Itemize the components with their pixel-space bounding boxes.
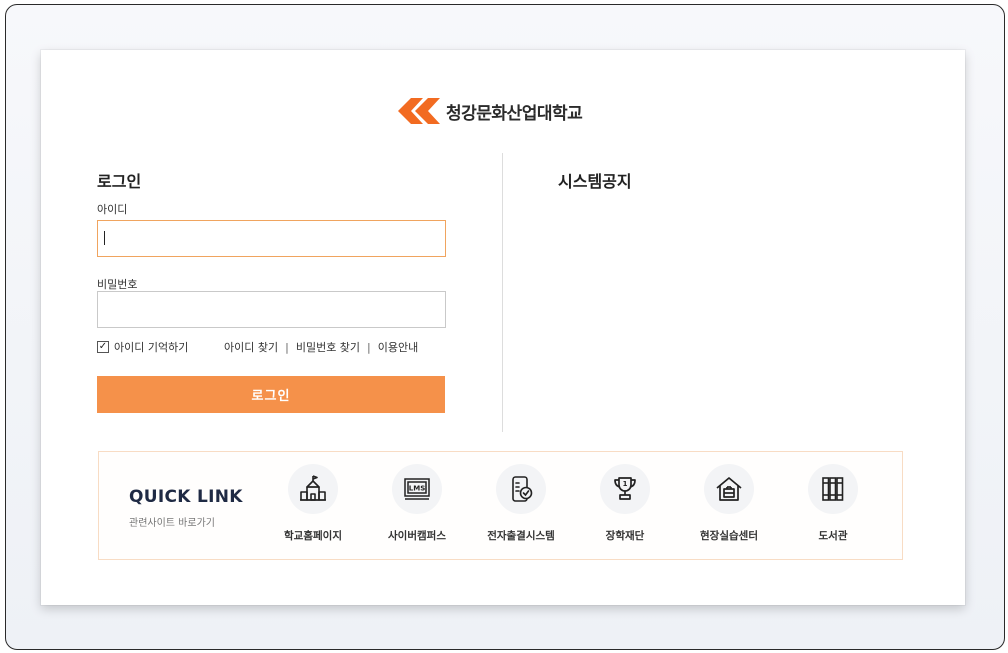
quick-link-school-homepage[interactable]: 학교홈페이지: [263, 464, 363, 554]
find-password-link[interactable]: 비밀번호 찾기: [296, 339, 360, 355]
trophy-icon: 1: [600, 464, 650, 514]
login-button[interactable]: 로그인: [97, 376, 445, 413]
id-input[interactable]: [97, 220, 446, 257]
quick-link-label: 학교홈페이지: [284, 530, 342, 542]
quick-link-label: 사이버캠퍼스: [388, 530, 446, 542]
find-id-link[interactable]: 아이디 찾기: [224, 339, 278, 355]
quick-link-field-practice-center[interactable]: 현장실습센터: [679, 464, 779, 554]
quick-link-attendance-system[interactable]: 전자출결시스템: [471, 464, 571, 554]
link-separator: |: [367, 340, 371, 354]
quick-link-title: QUICK LINK: [129, 487, 243, 507]
vertical-divider: [502, 153, 503, 432]
password-label: 비밀번호: [97, 278, 138, 291]
link-separator: |: [285, 340, 289, 354]
quick-link-cyber-campus[interactable]: LMS 사이버캠퍼스: [367, 464, 467, 554]
svg-text:LMS: LMS: [409, 485, 425, 493]
university-logo[interactable]: 청강문화산업대학교: [397, 96, 583, 126]
ck-logo-icon: [398, 98, 440, 124]
quick-link-label: 장학재단: [605, 530, 645, 542]
text-caret: [104, 231, 105, 245]
quick-link-subtitle: 관련사이트 바로가기: [129, 518, 215, 529]
attendance-phone-icon: [496, 464, 546, 514]
quick-link-scholarship-foundation[interactable]: 1 장학재단: [575, 464, 675, 554]
usage-guide-link[interactable]: 이용안내: [378, 339, 418, 355]
quick-link-label: 현장실습센터: [700, 530, 758, 542]
remember-id-label: 아이디 기억하기: [114, 341, 189, 354]
remember-id-option[interactable]: ✓ 아이디 기억하기: [97, 339, 188, 355]
books-icon: [808, 464, 858, 514]
account-links: 아이디 찾기 | 비밀번호 찾기 | 이용안내: [224, 339, 418, 355]
university-name: 청강문화산업대학교: [446, 103, 583, 124]
quick-link-label: 도서관: [818, 530, 848, 542]
quick-link-library[interactable]: 도서관: [783, 464, 883, 554]
remember-id-checkbox[interactable]: ✓: [97, 341, 109, 353]
id-label: 아이디: [97, 203, 128, 216]
lms-monitor-icon: LMS: [392, 464, 442, 514]
login-heading: 로그인: [97, 172, 142, 191]
system-notice-heading: 시스템공지: [558, 172, 632, 191]
school-building-icon: [288, 464, 338, 514]
quick-link-label: 전자출결시스템: [487, 530, 555, 542]
quick-link-panel: QUICK LINK 관련사이트 바로가기 학교홈페이지 LMS 사이버캠퍼스 …: [98, 451, 903, 560]
password-input[interactable]: [97, 291, 446, 328]
login-card: 청강문화산업대학교 로그인 아이디 비밀번호 ✓ 아이디 기억하기 아이디 찾기…: [41, 50, 965, 605]
svg-text:1: 1: [623, 480, 628, 488]
house-briefcase-icon: [704, 464, 754, 514]
